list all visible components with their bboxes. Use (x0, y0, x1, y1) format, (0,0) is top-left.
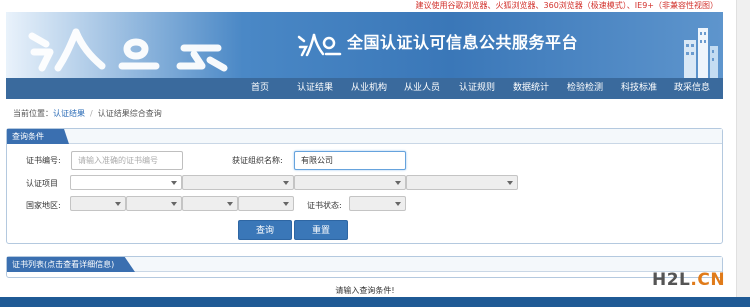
status-select[interactable] (349, 196, 406, 211)
watermark-text: H2L (652, 270, 691, 290)
project-select-3[interactable] (294, 175, 406, 190)
query-panel-header: 查询条件 (7, 129, 722, 144)
chevron-down-icon (283, 202, 289, 206)
results-panel-header: 证书列表(点击查看详细信息) (7, 257, 722, 272)
cert-no-input[interactable] (71, 151, 183, 170)
region-select-1[interactable] (70, 196, 126, 211)
header-banner: 全国认证认可信息公共服务平台 (6, 12, 723, 78)
region-select-4[interactable] (238, 196, 294, 211)
watermark-suffix: .CN (690, 270, 726, 290)
region-label: 国家地区: (26, 201, 61, 210)
breadcrumb-link-cert-results[interactable]: 认证结果 (53, 109, 85, 118)
results-panel: 证书列表(点击查看详细信息) (6, 256, 723, 278)
chevron-down-icon (283, 181, 289, 185)
breadcrumb-current: 认证结果综合查询 (97, 109, 162, 118)
project-select-2[interactable] (182, 175, 294, 190)
main-nav: 首页 认证结果 从业机构 从业人员 认证规则 数据统计 检验检测 科技标准 政采… (6, 78, 723, 99)
building-illustration (684, 28, 718, 78)
chevron-down-icon (395, 202, 401, 206)
chevron-down-icon (507, 181, 513, 185)
vertical-scrollbar[interactable] (736, 0, 750, 297)
nav-item-cert-results[interactable]: 认证结果 (297, 78, 333, 99)
chevron-down-icon (395, 181, 401, 185)
org-name-label: 获证组织名称: (232, 156, 283, 165)
chevron-down-icon (115, 202, 121, 206)
project-label: 认证项目 (26, 179, 58, 188)
brand-logo-small (297, 33, 342, 57)
brand-logo-large (28, 28, 228, 72)
org-name-input[interactable] (294, 151, 406, 170)
browser-notice: 建议使用谷歌浏览器、火狐浏览器、360浏览器（极速模式）、IE9+（非兼容性视图… (415, 1, 718, 10)
status-label: 证书状态: (307, 201, 342, 210)
nav-item-procurement[interactable]: 政采信息 (674, 78, 710, 99)
breadcrumb-prefix: 当前位置： (13, 109, 53, 118)
cert-no-label: 证书编号: (26, 156, 61, 165)
nav-item-standards[interactable]: 科技标准 (621, 78, 657, 99)
query-panel-title: 查询条件 (7, 129, 69, 144)
breadcrumb-separator: / (90, 109, 93, 118)
footer-bar (0, 297, 750, 307)
region-select-2[interactable] (126, 196, 182, 211)
chevron-down-icon (171, 181, 177, 185)
project-select-1[interactable] (70, 175, 182, 190)
nav-item-statistics[interactable]: 数据统计 (513, 78, 549, 99)
nav-item-personnel[interactable]: 从业人员 (404, 78, 440, 99)
results-panel-title: 证书列表(点击查看详细信息) (7, 257, 135, 272)
reset-button[interactable]: 重置 (294, 220, 348, 240)
nav-item-home[interactable]: 首页 (251, 78, 269, 99)
nav-item-inspection[interactable]: 检验检测 (567, 78, 603, 99)
chevron-down-icon (227, 202, 233, 206)
search-button[interactable]: 查询 (238, 220, 292, 240)
nav-item-institutions[interactable]: 从业机构 (351, 78, 387, 99)
region-select-3[interactable] (182, 196, 238, 211)
project-select-4[interactable] (406, 175, 518, 190)
site-title: 全国认证认可信息公共服务平台 (347, 33, 579, 52)
chevron-down-icon (171, 202, 177, 206)
watermark-logo: H2L.CN (652, 270, 725, 290)
query-panel: 查询条件 证书编号: 获证组织名称: 认证项目 国家地区: 证书状态: 查询 重… (6, 128, 723, 244)
breadcrumb: 当前位置：认证结果 / 认证结果综合查询 (13, 108, 162, 119)
nav-item-cert-rules[interactable]: 认证规则 (459, 78, 495, 99)
empty-results-message: 请输入查询条件! (335, 286, 395, 295)
